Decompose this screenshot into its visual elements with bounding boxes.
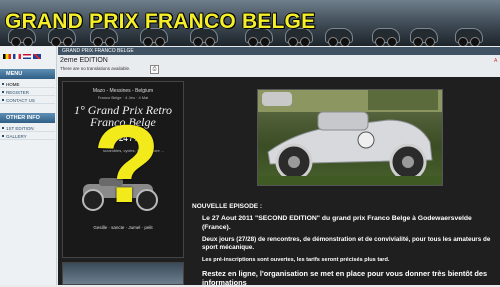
news-paragraph: Le 27 Aout 2011 "SECOND EDITION" du gran… xyxy=(202,215,472,231)
breadcrumb: GRAND PRIX FRANCO BELGE xyxy=(58,47,500,55)
banner-car-image xyxy=(455,28,483,46)
menu-item-first-edition[interactable]: 1ST EDITION xyxy=(0,125,55,132)
page-title: 2eme EDITION xyxy=(60,57,108,64)
question-mark-overlay: ? xyxy=(93,103,161,226)
gallery-thumbnail[interactable] xyxy=(62,262,184,285)
nl-flag-icon[interactable] xyxy=(23,54,31,59)
banner-car-image xyxy=(325,28,353,46)
news-paragraph: Les pré-inscriptions sont ouvertes, les … xyxy=(202,257,390,263)
news-paragraph: Deux jours (27/28) de rencontres, de dém… xyxy=(202,236,491,251)
menu-item-home[interactable]: HOME xyxy=(0,81,55,88)
news-paragraph: Restez en ligne, l'organisation se met e… xyxy=(202,269,488,287)
vintage-car-photo[interactable] xyxy=(257,89,443,186)
site-banner: GRAND PRIX FRANCO BELGE xyxy=(0,0,500,46)
poster-location: Mazo - Messines - Belgium xyxy=(92,88,154,94)
translation-notice: There are no translations available. xyxy=(60,66,131,71)
menu-item-contact[interactable]: CONTACT US xyxy=(0,97,55,104)
sidebar: MENU HOME REGISTER CONTACT US OTHER INFO… xyxy=(0,46,57,285)
print-icon[interactable]: ⎙ xyxy=(150,65,159,74)
font-size-icon[interactable]: A xyxy=(494,58,497,64)
language-flags xyxy=(3,54,41,59)
banner-car-image xyxy=(410,28,438,46)
other-info-header: OTHER INFO xyxy=(0,113,55,123)
gb-flag-icon[interactable] xyxy=(33,54,41,59)
event-poster[interactable]: Mazo - Messines - Belgium Franco Belge ·… xyxy=(62,81,184,258)
menu-header: MENU xyxy=(0,69,55,79)
site-title: GRAND PRIX FRANCO BELGE xyxy=(5,10,316,33)
menu-item-register[interactable]: REGISTER xyxy=(0,89,55,96)
menu-item-gallery[interactable]: GALLERY xyxy=(0,133,55,140)
banner-car-image xyxy=(372,28,400,46)
fr-flag-icon[interactable] xyxy=(13,54,21,59)
be-flag-icon[interactable] xyxy=(3,54,11,59)
news-heading: NOUVELLE EPISODE : xyxy=(192,203,263,210)
